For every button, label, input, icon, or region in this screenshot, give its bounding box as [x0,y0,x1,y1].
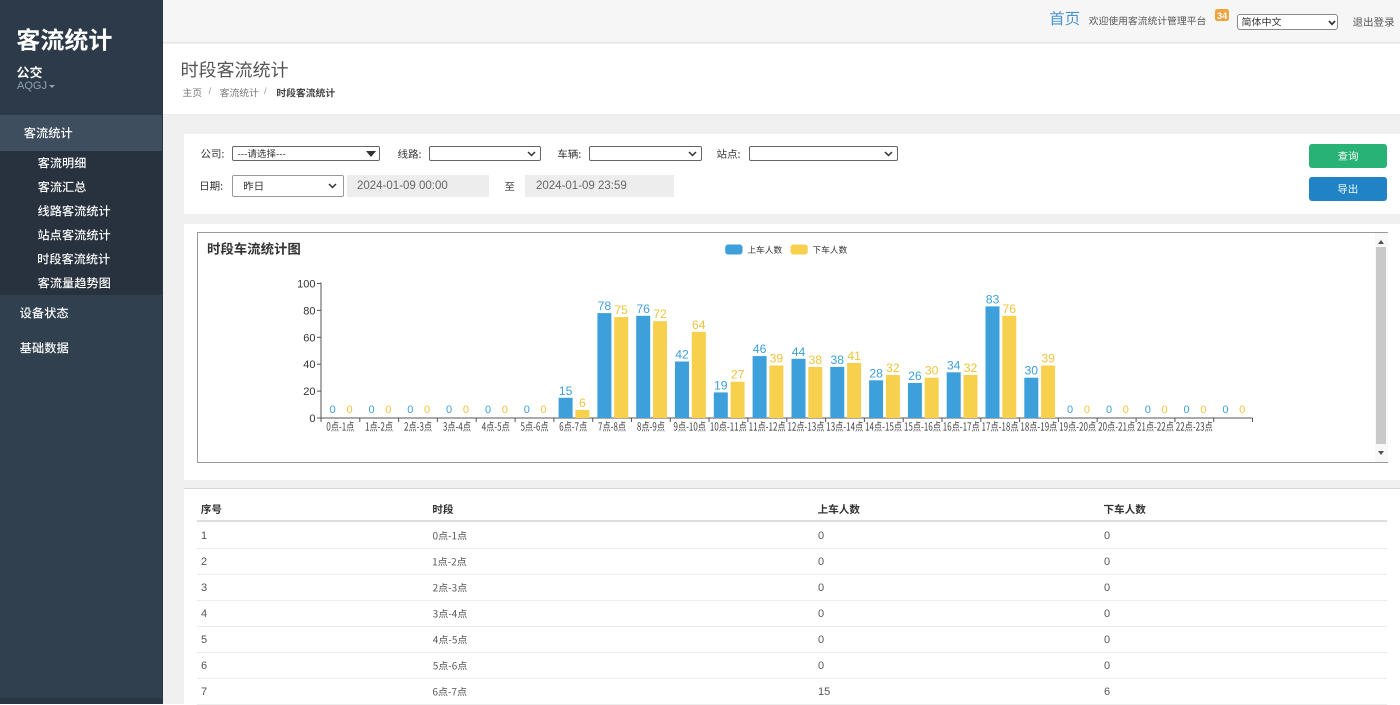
svg-text:30: 30 [924,363,938,377]
svg-text:72: 72 [653,307,667,321]
svg-text:0: 0 [368,404,374,416]
svg-text:0: 0 [309,413,315,425]
svg-text:80: 80 [303,305,315,317]
svg-text:34: 34 [946,358,960,372]
svg-text:42: 42 [675,347,689,361]
svg-text:76: 76 [1002,301,1016,315]
svg-text:0: 0 [1105,404,1111,416]
svg-text:0: 0 [1200,404,1206,416]
svg-text:78: 78 [597,299,611,313]
svg-text:0: 0 [462,404,468,416]
svg-text:39: 39 [769,351,783,365]
svg-text:75: 75 [614,303,628,317]
svg-text:41: 41 [847,348,861,362]
svg-text:0: 0 [1222,404,1228,416]
svg-text:28: 28 [869,366,883,380]
svg-text:30: 30 [1024,363,1038,377]
svg-text:0: 0 [424,404,430,416]
svg-text:32: 32 [886,361,900,375]
svg-text:0: 0 [1083,404,1089,416]
svg-text:0: 0 [1144,404,1150,416]
svg-text:100: 100 [297,278,315,290]
svg-text:0: 0 [385,404,391,416]
svg-text:0: 0 [1239,404,1245,416]
svg-text:19: 19 [714,378,728,392]
svg-text:0: 0 [1183,404,1189,416]
svg-text:6: 6 [579,395,586,409]
svg-text:46: 46 [752,342,766,356]
svg-text:76: 76 [636,301,650,315]
svg-text:0: 0 [540,404,546,416]
svg-text:0: 0 [346,404,352,416]
svg-text:0: 0 [1122,404,1128,416]
svg-text:0: 0 [523,404,529,416]
svg-text:44: 44 [791,344,805,358]
svg-text:0: 0 [446,404,452,416]
svg-text:64: 64 [692,317,706,331]
svg-text:32: 32 [963,361,977,375]
svg-text:38: 38 [830,352,844,366]
svg-text:40: 40 [303,359,315,371]
svg-text:15: 15 [558,383,572,397]
svg-text:38: 38 [808,352,822,366]
svg-text:0: 0 [1161,404,1167,416]
svg-text:0: 0 [407,404,413,416]
svg-text:39: 39 [1041,351,1055,365]
svg-text:83: 83 [985,292,999,306]
svg-text:27: 27 [730,367,744,381]
svg-text:60: 60 [303,332,315,344]
svg-text:20: 20 [303,386,315,398]
svg-text:0: 0 [484,404,490,416]
svg-text:0: 0 [501,404,507,416]
svg-text:26: 26 [908,369,922,383]
svg-text:0: 0 [329,404,335,416]
svg-text:0: 0 [1067,404,1073,416]
